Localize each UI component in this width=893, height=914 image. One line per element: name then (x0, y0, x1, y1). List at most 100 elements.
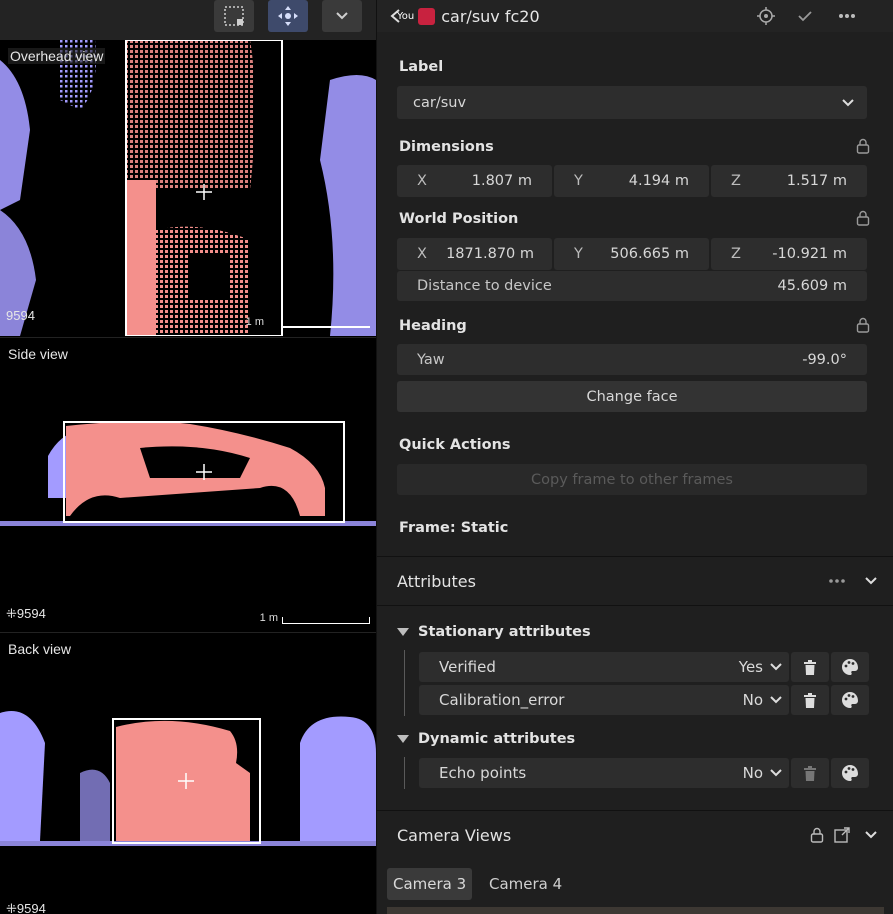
palette-icon (842, 659, 858, 675)
axis-label: X (417, 246, 427, 262)
move-arrows-icon (278, 6, 298, 26)
frame-status: Frame: Static (399, 520, 509, 536)
stationary-attributes-heading: Stationary attributes (418, 624, 591, 640)
attribute-color-button[interactable] (831, 758, 869, 788)
dynamic-attributes-toggle[interactable]: Dynamic attributes (397, 731, 575, 747)
back-view[interactable]: Back view ⁜9594 (0, 632, 376, 914)
external-link-icon[interactable] (834, 827, 850, 843)
scale-label: 1 m (245, 316, 264, 328)
position-y-field[interactable]: Y 506.665 m (554, 238, 709, 270)
overhead-point-cloud (0, 40, 376, 336)
change-face-button[interactable]: Change face (397, 381, 867, 412)
properties-panel: You car/suv fc20 Label car/suv Dimension… (376, 0, 893, 914)
copy-frame-button[interactable]: Copy frame to other frames (397, 464, 867, 495)
distance-label: Distance to device (417, 278, 552, 294)
move-tool-button[interactable] (268, 0, 308, 32)
label-select[interactable]: car/suv (397, 86, 867, 119)
change-face-label: Change face (586, 388, 678, 405)
dimension-y-field[interactable]: Y 4.194 m (554, 165, 709, 197)
attribute-row-echo-points: Echo points No (419, 758, 869, 788)
attributes-section-header[interactable]: Attributes (377, 557, 893, 605)
dimension-x-field[interactable]: X 1.807 m (397, 165, 552, 197)
lock-icon[interactable] (856, 138, 870, 154)
attribute-select[interactable]: Calibration_error No (419, 685, 789, 715)
dimension-x-value: 1.807 m (471, 173, 532, 189)
tab-camera-4[interactable]: Camera 4 (481, 868, 570, 900)
locate-icon[interactable] (757, 7, 775, 25)
palette-icon (842, 765, 858, 781)
distance-to-device-field: Distance to device 45.609 m (397, 271, 867, 301)
lock-icon[interactable] (856, 210, 870, 226)
palette-icon (842, 692, 858, 708)
attribute-color-button[interactable] (831, 652, 869, 682)
chevron-down-icon (770, 769, 782, 777)
position-x-field[interactable]: X 1871.870 m (397, 238, 552, 270)
axis-label: Y (574, 173, 583, 189)
check-icon[interactable] (797, 9, 813, 23)
tab-label: Camera 3 (393, 875, 467, 893)
grid-icon: ⁜ (6, 901, 17, 914)
yaw-value: -99.0° (802, 351, 847, 368)
tree-line (404, 650, 405, 716)
view-title: Side view (8, 346, 68, 362)
divider (377, 605, 893, 606)
yaw-label: Yaw (417, 351, 445, 368)
class-color-swatch (418, 7, 436, 25)
side-view[interactable]: Side view ⁜9594 1 m (0, 337, 376, 631)
point-count-value: 9594 (6, 308, 35, 323)
trash-icon (804, 765, 816, 781)
overhead-view[interactable]: Overhead view 9594 1 m (0, 40, 376, 336)
dynamic-attributes-heading: Dynamic attributes (418, 731, 576, 747)
lock-icon[interactable] (856, 317, 870, 333)
dimension-z-field[interactable]: Z 1.517 m (711, 165, 867, 197)
more-options-icon[interactable] (828, 578, 846, 584)
attribute-name: Verified (439, 658, 496, 676)
axis-label: Z (731, 173, 741, 189)
object-title: car/suv fc20 (441, 6, 540, 26)
stationary-attributes-toggle[interactable]: Stationary attributes (397, 624, 591, 640)
point-count: ⁜9594 (6, 606, 46, 622)
collapse-triangle-icon (397, 735, 409, 743)
view-panels: Overhead view 9594 1 m Side view ⁜9594 1… (0, 0, 376, 914)
position-z-field[interactable]: Z -10.921 m (711, 238, 867, 270)
view-title: Overhead view (8, 48, 106, 64)
attributes-heading: Attributes (397, 571, 476, 591)
tab-label: Camera 4 (489, 875, 563, 893)
yaw-field[interactable]: Yaw -99.0° (397, 344, 867, 375)
delete-attribute-button[interactable] (791, 652, 829, 682)
position-x-value: 1871.870 m (446, 246, 534, 262)
heading-heading: Heading (399, 318, 467, 334)
axis-label: Z (731, 246, 741, 262)
label-value: car/suv (413, 94, 467, 111)
collapse-triangle-icon (397, 628, 409, 636)
dimension-z-value: 1.517 m (786, 173, 847, 189)
attribute-select[interactable]: Echo points No (419, 758, 789, 788)
scale-label: 1 m (259, 612, 278, 624)
box-select-button[interactable] (214, 0, 254, 32)
tab-camera-3[interactable]: Camera 3 (387, 868, 473, 900)
trash-icon (804, 659, 816, 675)
point-count-value: 9594 (16, 606, 46, 621)
chevron-down-icon (770, 663, 782, 671)
chevron-down-icon[interactable] (864, 576, 878, 586)
side-point-cloud (0, 421, 376, 526)
delete-attribute-button[interactable] (791, 685, 829, 715)
attribute-color-button[interactable] (831, 685, 869, 715)
delete-attribute-button[interactable] (791, 758, 829, 788)
trash-icon (804, 692, 816, 708)
axis-label: Y (574, 246, 583, 262)
object-header: You car/suv fc20 (377, 0, 893, 32)
back-point-cloud (0, 711, 376, 846)
lock-icon[interactable] (810, 827, 824, 843)
scale-indicator: 1 m (260, 612, 370, 624)
tree-line (404, 757, 405, 789)
more-options-icon[interactable] (838, 13, 856, 19)
attribute-value: No (742, 764, 763, 782)
attribute-name: Calibration_error (439, 691, 565, 709)
camera-views-section-header[interactable]: Camera Views (377, 811, 893, 859)
attribute-select[interactable]: Verified Yes (419, 652, 789, 682)
axis-label: X (417, 173, 427, 189)
toolbar-dropdown-button[interactable] (322, 0, 362, 32)
chevron-down-icon (842, 98, 854, 106)
chevron-down-icon[interactable] (864, 830, 878, 840)
